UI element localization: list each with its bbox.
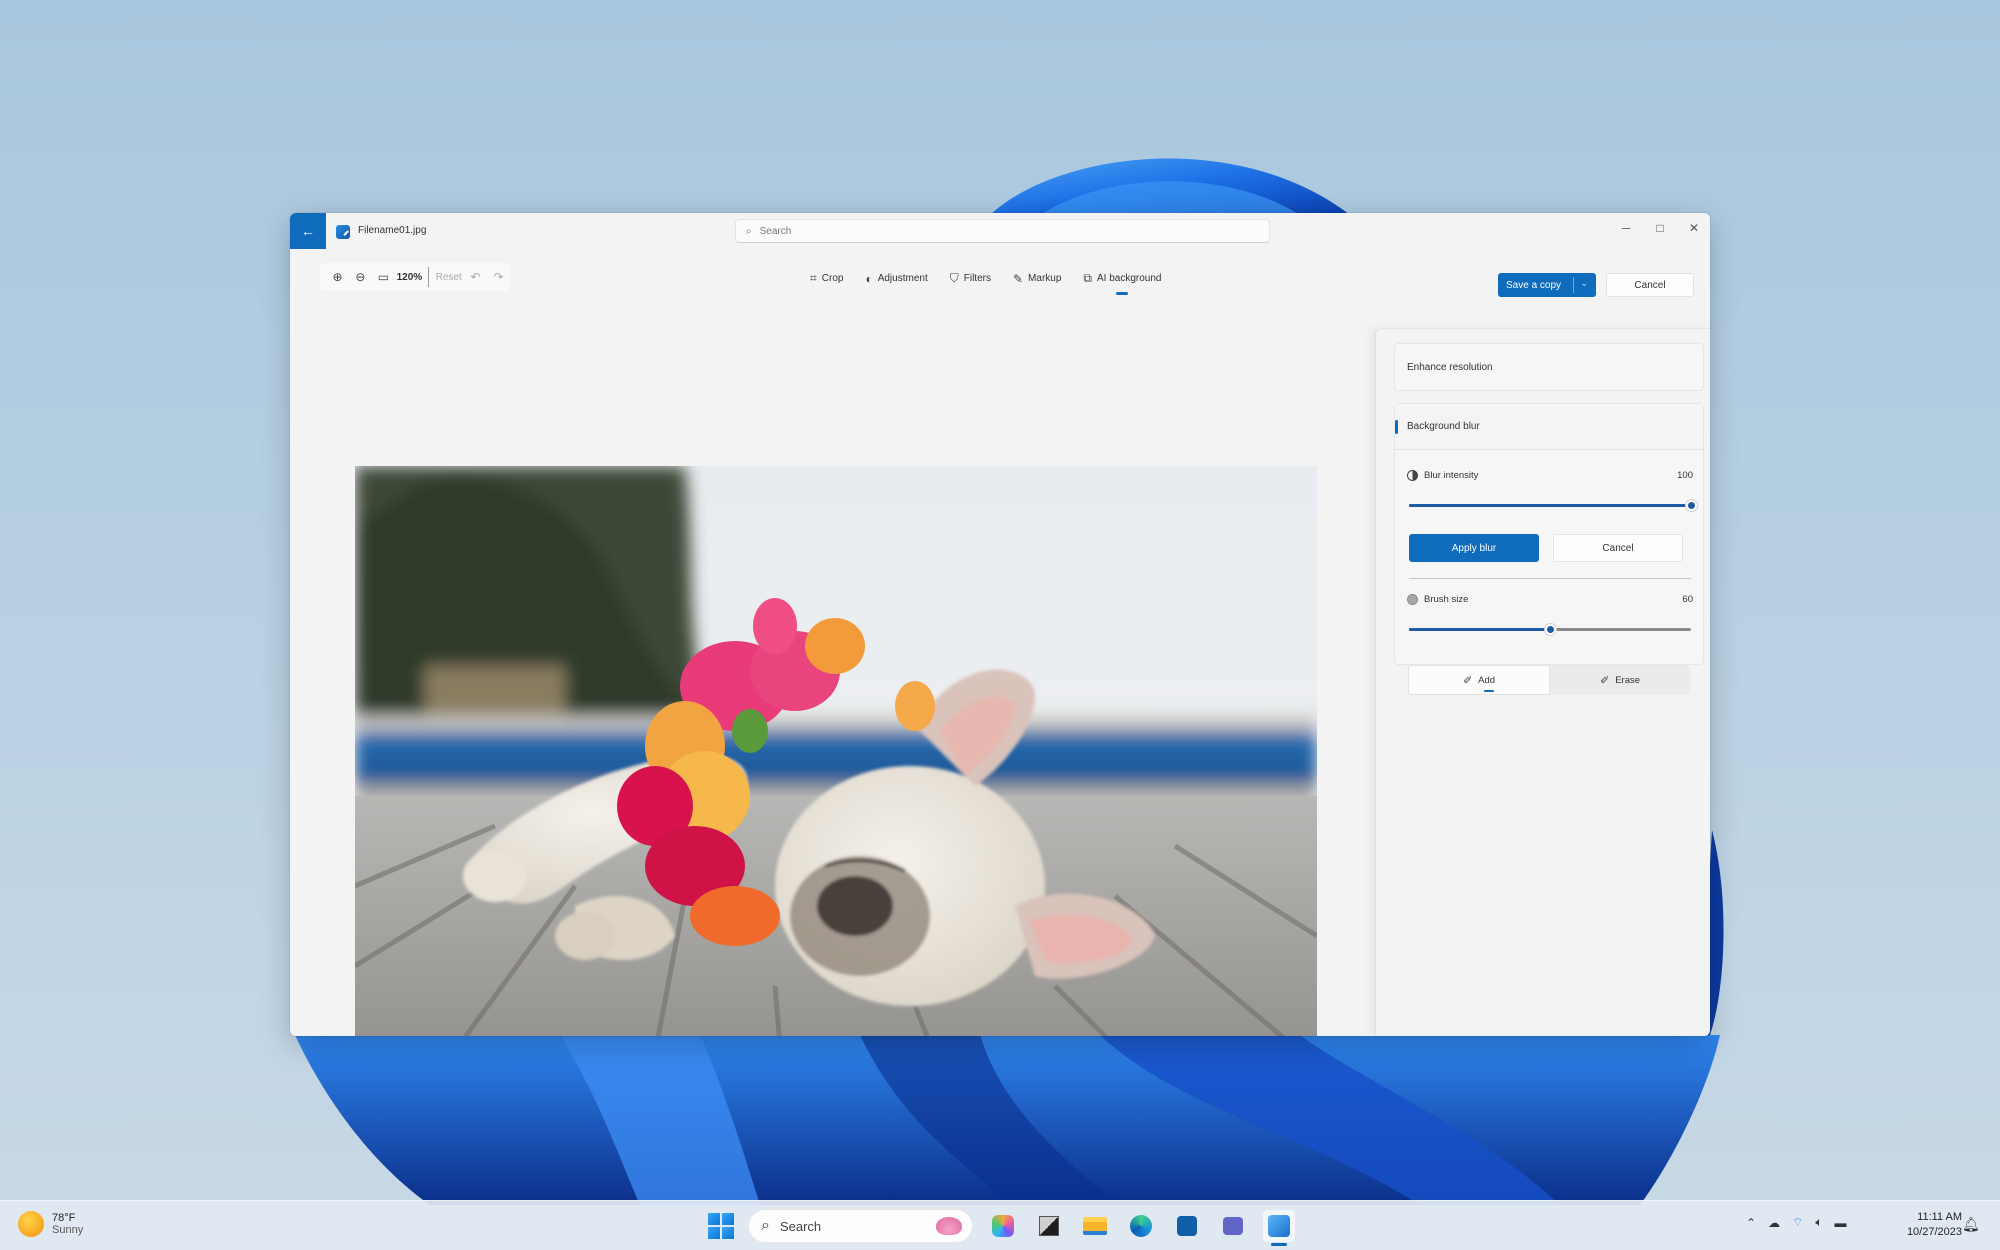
back-arrow-icon: ←: [301, 223, 315, 239]
tab-markup[interactable]: ✎ Markup: [1013, 271, 1061, 286]
brush-mode-label: Add: [1478, 674, 1496, 686]
edited-photo: [355, 466, 1317, 1036]
markup-icon: ✎: [1012, 271, 1024, 286]
photos-taskbar-icon[interactable]: [1263, 1210, 1295, 1246]
blur-intensity-slider[interactable]: [1409, 498, 1697, 512]
clock-date: 10/27/2023: [1906, 1226, 1962, 1238]
enhance-resolution-option[interactable]: Enhance resolution: [1394, 343, 1704, 391]
tab-label: Markup: [1028, 273, 1062, 284]
terminal-app-icon[interactable]: [1033, 1210, 1065, 1242]
chevron-up-icon[interactable]: ⌃: [1746, 1216, 1756, 1230]
search-icon: ⌕: [761, 1217, 770, 1234]
blur-intensity-label-row: Blur intensity: [1407, 470, 1478, 481]
fit-to-window-icon[interactable]: ▭: [372, 270, 395, 284]
split-divider: [1573, 277, 1574, 293]
tab-filters[interactable]: ⛉ Filters: [950, 271, 991, 286]
undo-icon[interactable]: ↶: [464, 270, 487, 284]
file-name: Filename01.jpg: [358, 225, 427, 236]
search-icon: ⌕: [746, 225, 752, 237]
title-bar: ← Filename01.jpg ⌕ Search ─ □ ✕: [290, 213, 1710, 249]
cancel-blur-button[interactable]: Cancel: [1553, 534, 1683, 562]
zoom-out-icon[interactable]: ⊖: [349, 270, 372, 284]
enhance-resolution-label: Enhance resolution: [1407, 362, 1493, 373]
teams-app-icon[interactable]: [1217, 1210, 1249, 1242]
taskbar-apps: ⌕ Search: [708, 1209, 1295, 1246]
minimize-button[interactable]: ─: [1616, 221, 1636, 235]
adjustment-icon: ◐: [865, 271, 873, 286]
weather-condition: Sunny: [52, 1224, 84, 1236]
tab-label: AI background: [1096, 273, 1162, 284]
background-blur-label: Background blur: [1407, 421, 1480, 432]
zoom-toolbar: ⊕ ⊖ ▭ 120% Reset ↶ ↷: [320, 263, 510, 291]
tab-crop[interactable]: ⌗ Crop: [810, 271, 843, 286]
close-button[interactable]: ✕: [1684, 221, 1704, 235]
blur-intensity-label: Blur intensity: [1424, 470, 1479, 481]
search-highlight-icon: [936, 1217, 962, 1235]
brush-mode-card: ✐ Add ✐ Erase: [1394, 591, 1704, 703]
photos-app-icon: [336, 225, 350, 239]
selected-indicator: [1395, 420, 1398, 434]
start-button[interactable]: [708, 1213, 734, 1239]
filters-icon: ⛉: [949, 271, 959, 285]
taskbar-search[interactable]: ⌕ Search: [748, 1209, 973, 1243]
taskbar: 78°F Sunny ⌕ Search ⌃ ☁ ⌔ 🔈︎ ▬ 11:11 AM …: [0, 1200, 2000, 1250]
brush-add-icon: ✐: [1462, 674, 1473, 687]
photos-app-window: ← Filename01.jpg ⌕ Search ─ □ ✕ ⊕ ⊖ ▭ 12…: [290, 213, 1710, 1036]
edit-tool-tabs: ⌗ Crop ◐ Adjustment ⛉ Filters ✎ Markup ⧉…: [810, 271, 1162, 295]
taskbar-search-label: Search: [779, 1218, 822, 1234]
tab-label: Adjustment: [877, 273, 928, 284]
copilot-app-icon[interactable]: [987, 1210, 1019, 1242]
search-box[interactable]: ⌕ Search: [735, 219, 1270, 243]
ai-background-panel: Enhance resolution Background blur Blur …: [1375, 328, 1710, 1036]
weather-widget[interactable]: 78°F Sunny: [18, 1211, 83, 1237]
save-a-copy-button[interactable]: Save a copy ⌄: [1498, 273, 1596, 297]
slider-fill: [1409, 504, 1691, 507]
crop-icon: ⌗: [810, 271, 817, 285]
edge-browser-icon[interactable]: [1125, 1210, 1157, 1242]
save-copy-label: Save a copy: [1506, 279, 1562, 291]
microsoft-store-icon[interactable]: [1171, 1210, 1203, 1242]
battery-icon[interactable]: ▬: [1835, 1216, 1847, 1230]
file-explorer-icon[interactable]: [1079, 1210, 1111, 1242]
reset-button[interactable]: Reset: [433, 272, 464, 283]
maximize-button[interactable]: □: [1650, 221, 1670, 235]
tab-adjustment[interactable]: ◐ Adjustment: [865, 271, 927, 286]
tab-label: Filters: [963, 273, 991, 284]
network-icon[interactable]: ⌔: [1792, 1215, 1803, 1230]
back-button[interactable]: ←: [290, 213, 326, 249]
weather-temperature: 78°F: [52, 1212, 76, 1224]
system-tray: ⌃ ☁ ⌔ 🔈︎ ▬: [1746, 1215, 1847, 1230]
ai-background-icon: ⧉: [1083, 271, 1092, 285]
sun-icon: [18, 1211, 44, 1237]
cancel-edit-button[interactable]: Cancel: [1606, 273, 1694, 297]
tab-ai-background[interactable]: ⧉ AI background: [1083, 271, 1162, 295]
photo-canvas[interactable]: [355, 466, 1317, 1036]
tab-label: Crop: [821, 273, 844, 284]
background-blur-header[interactable]: Background blur: [1395, 404, 1703, 450]
onedrive-cloud-icon[interactable]: ☁: [1768, 1216, 1780, 1230]
zoom-in-icon[interactable]: ⊕: [326, 270, 349, 284]
brush-erase-icon: ✐: [1599, 674, 1610, 687]
apply-blur-button[interactable]: Apply blur: [1409, 534, 1539, 562]
brush-erase-button[interactable]: ✐ Erase: [1550, 665, 1690, 695]
section-divider: [1409, 578, 1691, 579]
blur-intensity-value: 100: [1677, 470, 1693, 481]
zoom-level[interactable]: 120%: [395, 272, 424, 283]
redo-icon[interactable]: ↷: [487, 270, 510, 284]
toolbar-divider: [427, 267, 430, 287]
brush-mode-toggle: ✐ Add ✐ Erase: [1408, 665, 1690, 695]
contrast-icon: [1407, 470, 1418, 481]
clock-time: 11:11 AM: [1917, 1211, 1962, 1223]
slider-thumb[interactable]: [1686, 500, 1697, 511]
brush-mode-label: Erase: [1615, 674, 1641, 686]
search-placeholder: Search: [759, 225, 792, 237]
chevron-down-icon[interactable]: ⌄: [1580, 278, 1588, 289]
brush-add-button[interactable]: ✐ Add: [1408, 665, 1550, 695]
notification-bell-icon[interactable]: 🔔︎: [1962, 1216, 1980, 1233]
volume-icon[interactable]: 🔈︎: [1815, 1215, 1822, 1230]
clock[interactable]: 11:11 AM 10/27/2023: [1880, 1210, 1962, 1240]
